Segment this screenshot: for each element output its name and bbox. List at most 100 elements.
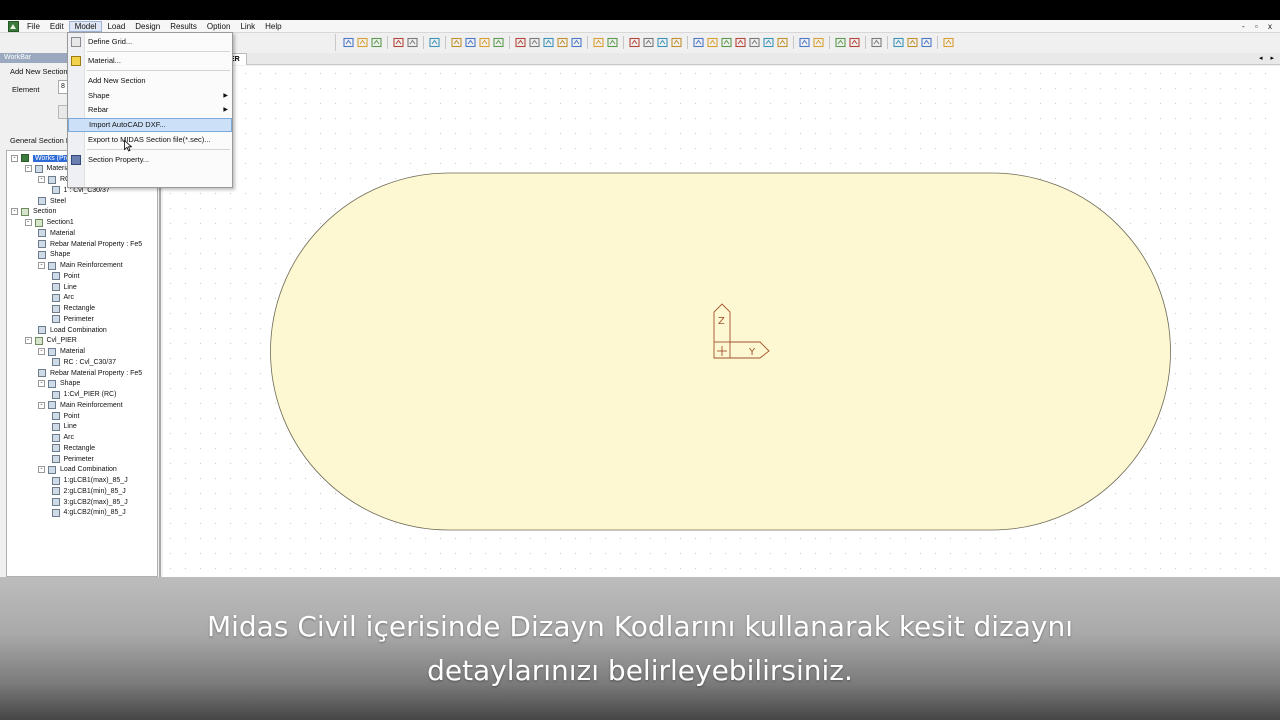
tree-item[interactable]: 1:Cvl_PIER (RC) — [51, 390, 116, 400]
tree-item[interactable]: 1:gLCB1(max)_85_J — [51, 476, 128, 486]
tree-item[interactable]: 4:gLCB2(min)_85_J — [51, 508, 126, 518]
new-icon[interactable] — [342, 36, 355, 49]
zoom-fit-icon[interactable] — [542, 36, 555, 49]
menu-results[interactable]: Results — [165, 21, 202, 32]
tree-item[interactable]: Point — [51, 271, 79, 281]
undo-icon[interactable] — [392, 36, 405, 49]
menu-item-shape[interactable]: Shape ▶ — [68, 89, 232, 103]
tree-item[interactable]: Line — [51, 282, 77, 292]
tree-expand-toggle-icon[interactable]: - — [24, 337, 32, 345]
tree-expand-toggle-icon[interactable]: - — [38, 262, 45, 269]
tree-expand-toggle-icon[interactable]: - — [38, 176, 45, 183]
trim-icon[interactable] — [762, 36, 775, 49]
zoom-out-icon[interactable] — [570, 36, 583, 49]
tree-expand-toggle-icon[interactable]: - — [38, 348, 45, 355]
tree-item[interactable]: Rebar Material Property : Fe5 — [38, 368, 142, 378]
property-icon[interactable] — [606, 36, 619, 49]
window-controls[interactable]: - ▫ x — [1242, 20, 1276, 33]
tree-expand-toggle-icon[interactable]: - — [38, 401, 45, 409]
tree-item[interactable]: 2:gLCB1(min)_85_J — [51, 486, 126, 496]
menu-item-material[interactable]: Material... — [68, 54, 232, 68]
tree-item[interactable]: Steel — [38, 196, 66, 206]
menu-help[interactable]: Help — [260, 21, 286, 32]
tree-item[interactable]: Arc — [51, 433, 74, 443]
section-icon[interactable] — [592, 36, 605, 49]
menu-file[interactable]: File — [22, 21, 45, 32]
tree-item[interactable]: 3:gLCB2(max)_85_J — [51, 497, 128, 507]
tree-item[interactable]: - Section — [11, 207, 56, 217]
tree-item[interactable]: Line — [51, 422, 77, 432]
minimize-icon[interactable]: - — [1242, 22, 1249, 31]
calc-icon[interactable] — [870, 36, 883, 49]
beam-icon[interactable] — [628, 36, 641, 49]
draw-polyline-icon[interactable] — [734, 36, 747, 49]
menu-item-rebar[interactable]: Rebar ▶ — [68, 103, 232, 117]
tree-item[interactable]: - Shape — [38, 379, 80, 389]
rebar-icon[interactable] — [642, 36, 655, 49]
menu-load[interactable]: Load — [102, 21, 130, 32]
rect-icon[interactable] — [670, 36, 683, 49]
tree-item[interactable]: - Load Combination — [38, 465, 117, 475]
draw-arc-icon[interactable] — [748, 36, 761, 49]
tree-item[interactable]: - Main Reinforcement — [38, 261, 123, 271]
tree-expand-toggle-icon[interactable]: - — [24, 219, 32, 226]
dim-icon[interactable] — [812, 36, 825, 49]
works-tree[interactable]: -Works (Pre M-Material-RC : 11 : Cvl_C30… — [6, 150, 158, 577]
menu-design[interactable]: Design — [130, 21, 165, 32]
select-icon[interactable] — [514, 36, 527, 49]
menu-item-define-grid[interactable]: Define Grid... — [68, 35, 232, 49]
run-icon[interactable] — [942, 36, 955, 49]
tree-item[interactable]: Shape — [38, 250, 70, 260]
query-icon[interactable] — [920, 36, 933, 49]
tree-item[interactable]: Point — [51, 411, 79, 421]
snap-icon[interactable] — [450, 36, 463, 49]
close-icon[interactable]: x — [1268, 22, 1276, 31]
draw-line-icon[interactable] — [720, 36, 733, 49]
arc-icon[interactable] — [656, 36, 669, 49]
menu-item-import-autocad-dxf[interactable]: Import AutoCAD DXF... — [68, 118, 232, 132]
tree-expand-toggle-icon[interactable]: - — [38, 380, 45, 388]
tree-item[interactable]: Rectangle — [51, 304, 95, 314]
zoom-window-icon[interactable] — [528, 36, 541, 49]
menu-link[interactable]: Link — [235, 21, 260, 32]
help-icon[interactable] — [428, 36, 441, 49]
table-icon[interactable] — [834, 36, 847, 49]
offset-icon[interactable] — [776, 36, 789, 49]
tree-item[interactable]: Perimeter — [51, 314, 94, 324]
tree-item[interactable]: RC : Cvl_C30/37 — [51, 357, 116, 367]
tree-item[interactable]: Perimeter — [51, 454, 94, 464]
tree-expand-toggle-icon[interactable]: - — [11, 208, 18, 216]
snap-point-icon[interactable] — [478, 36, 491, 49]
tree-item[interactable]: Arc — [51, 293, 74, 303]
view-icon[interactable] — [892, 36, 905, 49]
layers-icon[interactable] — [906, 36, 919, 49]
menu-item-section-property[interactable]: Section Property... — [68, 153, 232, 167]
tree-item[interactable]: Load Combination — [38, 325, 107, 335]
tree-item[interactable]: - Main Reinforcement — [38, 400, 123, 410]
menu-option[interactable]: Option — [202, 21, 236, 32]
ruler-icon[interactable] — [798, 36, 811, 49]
drawing-canvas[interactable]: Z Y — [163, 66, 1280, 577]
save-icon[interactable] — [370, 36, 383, 49]
move-icon[interactable] — [692, 36, 705, 49]
menu-edit[interactable]: Edit — [45, 21, 69, 32]
add-new-section-label[interactable]: Add New Section — [10, 67, 68, 76]
zoom-in-icon[interactable] — [556, 36, 569, 49]
dxf-icon[interactable] — [848, 36, 861, 49]
snap-line-icon[interactable] — [492, 36, 505, 49]
tab-scroll-arrows[interactable]: ◂ ▸ — [1259, 53, 1277, 65]
open-icon[interactable] — [356, 36, 369, 49]
tree-item[interactable]: Material — [38, 228, 75, 238]
redo-icon[interactable] — [406, 36, 419, 49]
menu-item-add-new-section[interactable]: Add New Section — [68, 74, 232, 88]
tree-expand-toggle-icon[interactable]: - — [11, 154, 18, 162]
tree-item[interactable]: Rectangle — [51, 443, 95, 453]
tree-item[interactable]: - Cvl_PIER — [24, 336, 77, 346]
tree-expand-toggle-icon[interactable]: - — [38, 466, 45, 474]
tree-expand-toggle-icon[interactable]: - — [24, 165, 32, 173]
restore-icon[interactable]: ▫ — [1255, 22, 1262, 31]
copy-icon[interactable] — [706, 36, 719, 49]
tree-item[interactable]: - Material — [38, 347, 85, 357]
grid-toggle-icon[interactable] — [464, 36, 477, 49]
pier-section-shape[interactable] — [270, 172, 1171, 531]
